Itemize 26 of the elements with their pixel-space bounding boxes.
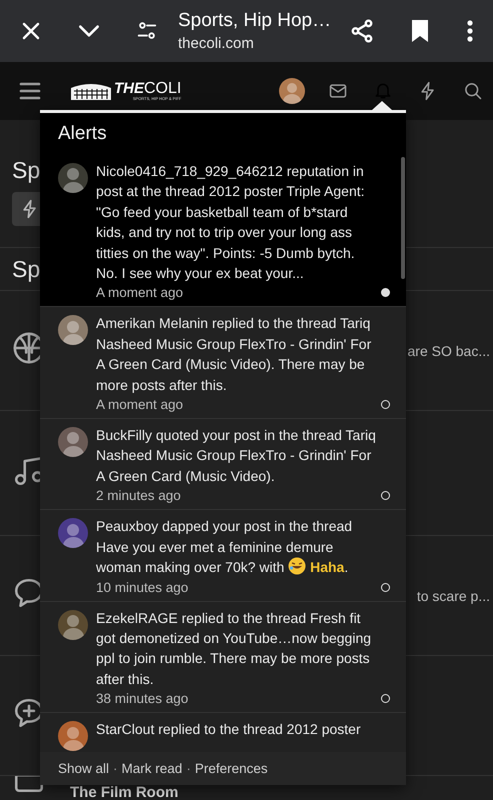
alert-text: StarClout replied to the thread 2012 poster bbox=[96, 720, 362, 740]
thread-snippet: to scare p... bbox=[416, 588, 491, 604]
footer-link[interactable]: Mark read bbox=[122, 761, 182, 776]
section-heading: Sp bbox=[12, 256, 40, 282]
page-title: Sports, Hip Hop… bbox=[178, 10, 332, 32]
alert-time: 10 minutes ago bbox=[96, 580, 188, 594]
alert-text: Peauxboy dapped your post in the thread Have you ever met a feminine demure woman making over 70k? with Haha. bbox=[96, 517, 354, 578]
separator-dot: · bbox=[113, 761, 118, 776]
alerts-title: Alerts bbox=[58, 123, 107, 145]
alert-text: EzekelRAGE replied to the thread Fresh fit got demonetized on YouTube…now begging ppl to join rumble. There may be more posts after this. bbox=[96, 608, 372, 689]
alert-text: BuckFilly quoted your post in the thread Tariq Nasheed Music Group FlexTro - Grindin' For A Green Card (Music Video). bbox=[96, 426, 377, 486]
alert-time: 38 minutes ago bbox=[96, 691, 188, 706]
forum-title[interactable]: The Film Room bbox=[70, 785, 178, 800]
footer-link[interactable]: Show all bbox=[58, 761, 110, 776]
alert-time: A moment ago bbox=[96, 285, 184, 300]
separator-dot: · bbox=[186, 761, 191, 776]
alert-time: 2 minutes ago bbox=[96, 488, 181, 504]
alert-text: Amerikan Melanin replied to the thread Tariq Nasheed Music Group FlexTro - Grindin' For A Green Card (Music Video). There may be more posts after this. bbox=[96, 314, 372, 395]
footer-link[interactable]: Preferences bbox=[194, 761, 268, 776]
alert-item[interactable]: EzekelRAGE replied to the thread Fresh fit got demonetized on YouTube…now begging ppl to join rumble. There may be more posts after this. 38 minutes ago bbox=[40, 602, 406, 714]
alert-text: Nicole0416_718_929_646212 reputation in post at the thread 2012 poster Triple Agent: "Go feed your basketball team of b*stard kids, and try not to trip over your long ass titties on the way". Points: -5 Dumb bytch. No. I see why your ex beat your... bbox=[96, 162, 366, 284]
page-url: thecoli.com bbox=[178, 35, 255, 52]
section-heading: Sp bbox=[12, 157, 42, 184]
site-logo-text: THECOLI bbox=[114, 81, 182, 96]
thread-snippet: are SO bac... bbox=[408, 342, 491, 358]
alert-time: A moment ago bbox=[96, 397, 184, 412]
